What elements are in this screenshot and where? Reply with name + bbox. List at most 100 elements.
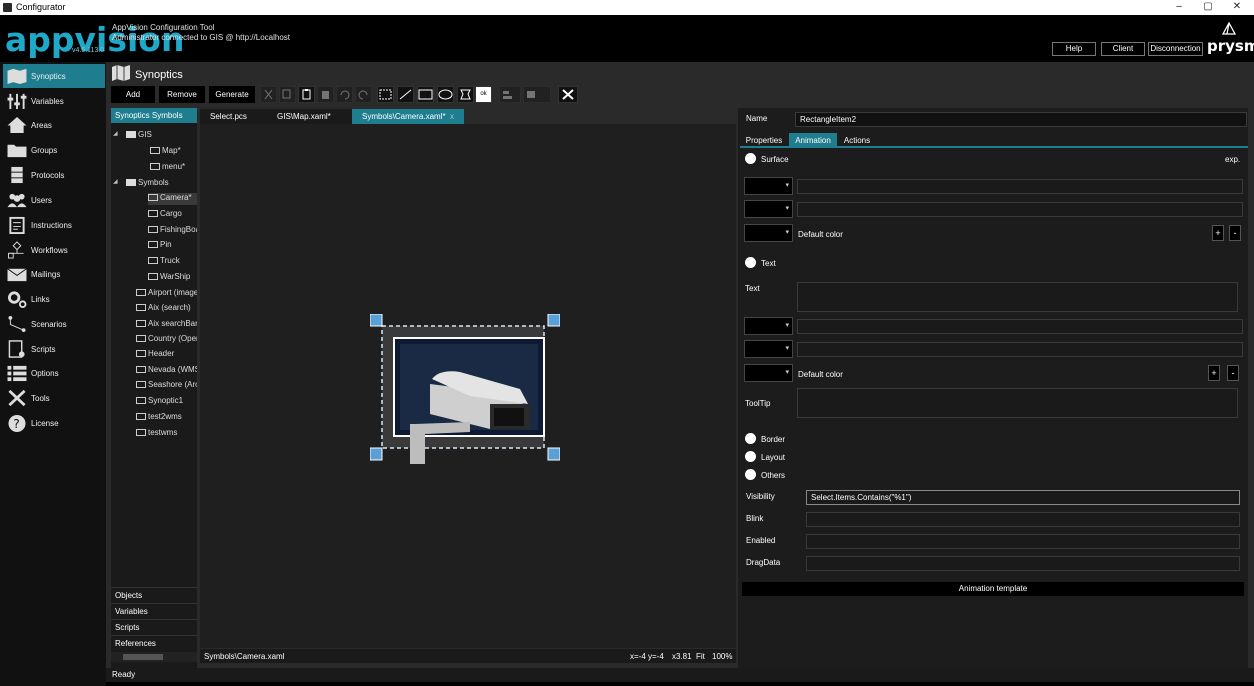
sidebar-item-workflows[interactable]: Workflows [3,238,105,262]
tree-item[interactable]: ◢ Symbols [113,178,197,190]
border-expander-icon[interactable] [745,433,756,444]
polygon-tool-icon[interactable] [457,86,474,103]
sidebar-item-areas[interactable]: Areas [3,113,105,137]
tab-select-pcs[interactable]: Select.pcs [200,109,272,124]
objects-tab[interactable]: Objects [111,587,197,603]
tree-item[interactable]: WarShip [148,272,197,284]
tree-item[interactable]: Nevada (WMS [136,365,197,377]
fit-button[interactable]: Fit [696,652,705,661]
text-field[interactable] [797,282,1238,312]
text-expander-icon[interactable] [745,257,756,268]
arrange-icon[interactable] [523,86,551,103]
tree-item[interactable]: Airport (image [136,288,197,300]
blink-field[interactable] [806,512,1240,527]
surface-color-combo[interactable] [744,224,793,242]
tab-close-icon[interactable]: x [450,109,454,124]
surface-expander-icon[interactable] [745,153,756,164]
tree-item[interactable]: testwms [136,428,197,440]
tree-item[interactable]: Aix (search) [136,303,197,315]
copy-icon[interactable] [279,86,296,103]
tree-item[interactable]: test2wms [136,412,197,424]
surface-combo-2[interactable] [744,200,793,218]
animation-template-button[interactable]: Animation template [742,582,1244,596]
sidebar-item-license[interactable]: ? License [3,411,105,435]
scripts-tab[interactable]: Scripts [111,619,197,635]
help-button[interactable]: Help [1052,42,1096,56]
tree-item[interactable]: Truck [148,256,197,268]
tree-item[interactable]: Cargo [148,209,197,221]
tree-expander-icon[interactable]: ◢ [113,178,118,185]
synoptics-symbols-tab[interactable]: Synoptics Symbols [111,108,197,123]
tab-animation[interactable]: Animation [789,133,837,148]
selection-tool-icon[interactable] [377,86,394,103]
sidebar-item-protocols[interactable]: Protocols [3,163,105,187]
name-field[interactable]: RectangleItem2 [795,112,1247,127]
sidebar-item-tools[interactable]: Tools [3,386,105,410]
ellipse-tool-icon[interactable] [437,86,454,103]
text-color-combo[interactable] [744,364,793,382]
sidebar-item-scenarios[interactable]: Scenarios [3,312,105,336]
align-icon[interactable] [499,86,521,103]
variables-tab[interactable]: Variables [111,603,197,619]
remove-button-text[interactable]: - [1227,365,1239,381]
enabled-field[interactable] [806,534,1240,549]
tree-item[interactable]: Country (Oper [136,334,197,346]
visibility-field[interactable]: Select.Items.Contains("%1") [806,490,1240,505]
tree-item[interactable]: Synoptic1 [136,396,197,408]
disconnection-button[interactable]: Disconnection [1148,42,1203,56]
sidebar-item-variables[interactable]: Variables [3,89,105,113]
text-combo-2[interactable] [744,340,793,358]
layout-expander-icon[interactable] [745,451,756,462]
tab-symbols-camera[interactable]: Symbols\Camera.xaml* x [352,109,464,124]
remove-button[interactable]: Remove [159,86,205,103]
surface-combo-1[interactable] [744,177,793,195]
text-combo-1[interactable] [744,317,793,335]
tree-item[interactable]: Map* [150,146,197,158]
add-button[interactable]: Add [111,86,155,103]
tooltip-field[interactable] [797,388,1238,418]
sidebar-item-scripts[interactable]: Scripts [3,337,105,361]
sidebar-item-links[interactable]: Links [3,287,105,311]
redo-icon[interactable] [355,86,372,103]
surface-field-1[interactable] [797,179,1243,194]
generate-button[interactable]: Generate [209,86,255,103]
text-field-1[interactable] [797,319,1243,334]
tree-expander-icon[interactable]: ◢ [113,130,118,137]
ok-button-tool-icon[interactable]: ok [475,86,492,103]
tree-item[interactable]: Seashore (Arc [136,380,197,392]
paste-icon[interactable] [298,86,315,103]
tree-item[interactable]: ◢ GIS [113,130,197,142]
close-window-button[interactable]: ✕ [1224,0,1250,15]
sidebar-item-users[interactable]: Users [3,188,105,212]
client-button[interactable]: Client [1101,42,1145,56]
tree-item[interactable]: FishingBoat [148,225,197,237]
camera-symbol[interactable] [370,314,560,464]
references-tab[interactable]: References [111,635,197,649]
surface-field-2[interactable] [797,202,1243,217]
remove-button-surface[interactable]: - [1229,225,1241,241]
zoom-100-button[interactable]: 100% [712,652,732,661]
text-field-2[interactable] [797,342,1243,357]
minimize-button[interactable]: – [1166,0,1192,15]
sidebar-item-synoptics[interactable]: Synoptics [3,64,105,88]
tree-item[interactable]: Camera* [148,193,197,205]
sidebar-item-groups[interactable]: Groups [3,138,105,162]
dragdata-field[interactable] [806,556,1240,571]
maximize-button[interactable]: ▢ [1195,0,1221,15]
tree-item[interactable]: menu* [150,162,197,174]
line-tool-icon[interactable] [397,86,414,103]
scrollbar-thumb[interactable] [123,654,163,660]
design-canvas[interactable] [200,124,736,648]
add-button-text[interactable]: + [1208,365,1220,381]
undo-icon[interactable] [336,86,353,103]
exp-button[interactable]: exp. [1225,155,1240,164]
tree-item[interactable]: Header [136,349,197,361]
tree-item[interactable]: Aix searchBar [136,319,197,331]
horizontal-scrollbar[interactable] [111,652,197,662]
cut-icon[interactable] [260,86,277,103]
sidebar-item-mailings[interactable]: Mailings [3,262,105,286]
tools-icon[interactable] [558,86,578,103]
sidebar-item-instructions[interactable]: Instructions [3,213,105,237]
tab-actions[interactable]: Actions [838,133,876,148]
tab-gis-map[interactable]: GIS\Map.xaml* [267,109,352,124]
